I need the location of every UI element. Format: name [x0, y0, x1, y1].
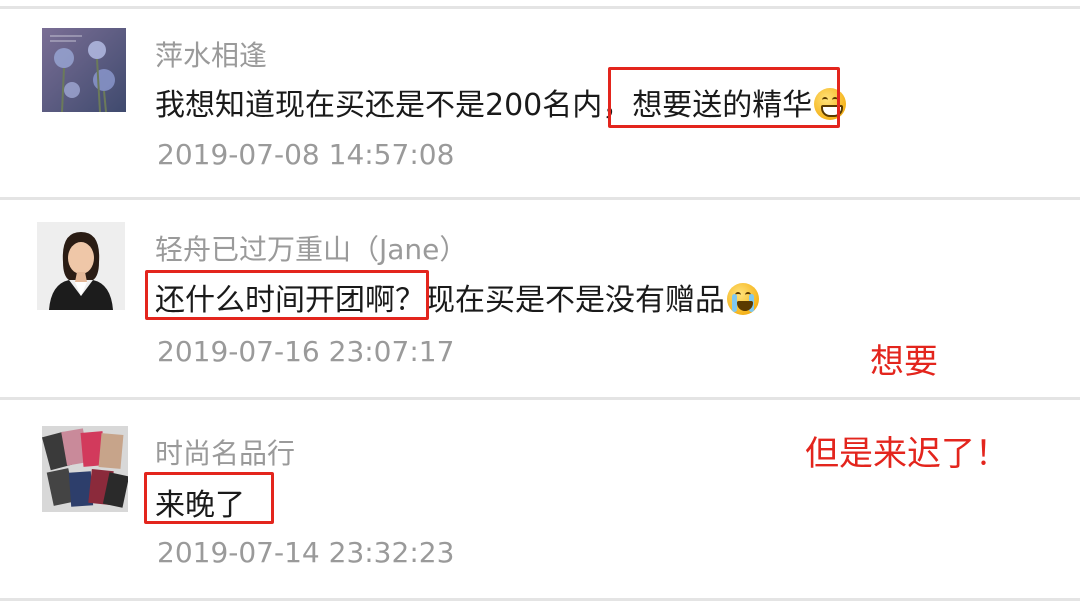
annotation-want: 想要: [870, 342, 938, 382]
comment-text-part: 我想知道现在买还是不是200名内，: [155, 88, 633, 123]
divider-bottom: [0, 598, 1080, 601]
blue-flower-photo: [42, 28, 126, 112]
timestamp: 2019-07-14 23:32:23: [157, 536, 455, 569]
annotation-but-late: 但是来迟了！: [805, 434, 1009, 474]
username[interactable]: 轻舟已过万重山（Jane）: [155, 228, 467, 268]
avatar[interactable]: [37, 222, 125, 310]
comment-item: 轻舟已过万重山（Jane） 还什么时间开团啊？现在买是不是没有赠品 2019-0…: [0, 200, 1080, 398]
colorful-wallets-photo: [42, 426, 128, 512]
timestamp: 2019-07-16 23:07:17: [157, 335, 455, 368]
avatar[interactable]: [42, 28, 126, 112]
highlight-box: [144, 472, 274, 524]
comment-item: 萍水相逢 我想知道现在买还是不是200名内，想要送的精华 2019-07-08 …: [0, 0, 1080, 198]
comment-text-part: 现在买是不是没有赠品: [425, 283, 725, 318]
username[interactable]: 萍水相逢: [155, 34, 267, 74]
highlight-box: [145, 270, 429, 320]
woman-portrait-photo: [37, 222, 125, 310]
comment-item: 时尚名品行 来晚了 2019-07-14 23:32:23 但是来迟了！: [0, 400, 1080, 600]
username[interactable]: 时尚名品行: [155, 432, 295, 472]
avatar[interactable]: [42, 426, 128, 512]
timestamp: 2019-07-08 14:57:08: [157, 138, 455, 171]
crying-face-icon: [727, 283, 759, 315]
highlight-box: [608, 67, 840, 128]
